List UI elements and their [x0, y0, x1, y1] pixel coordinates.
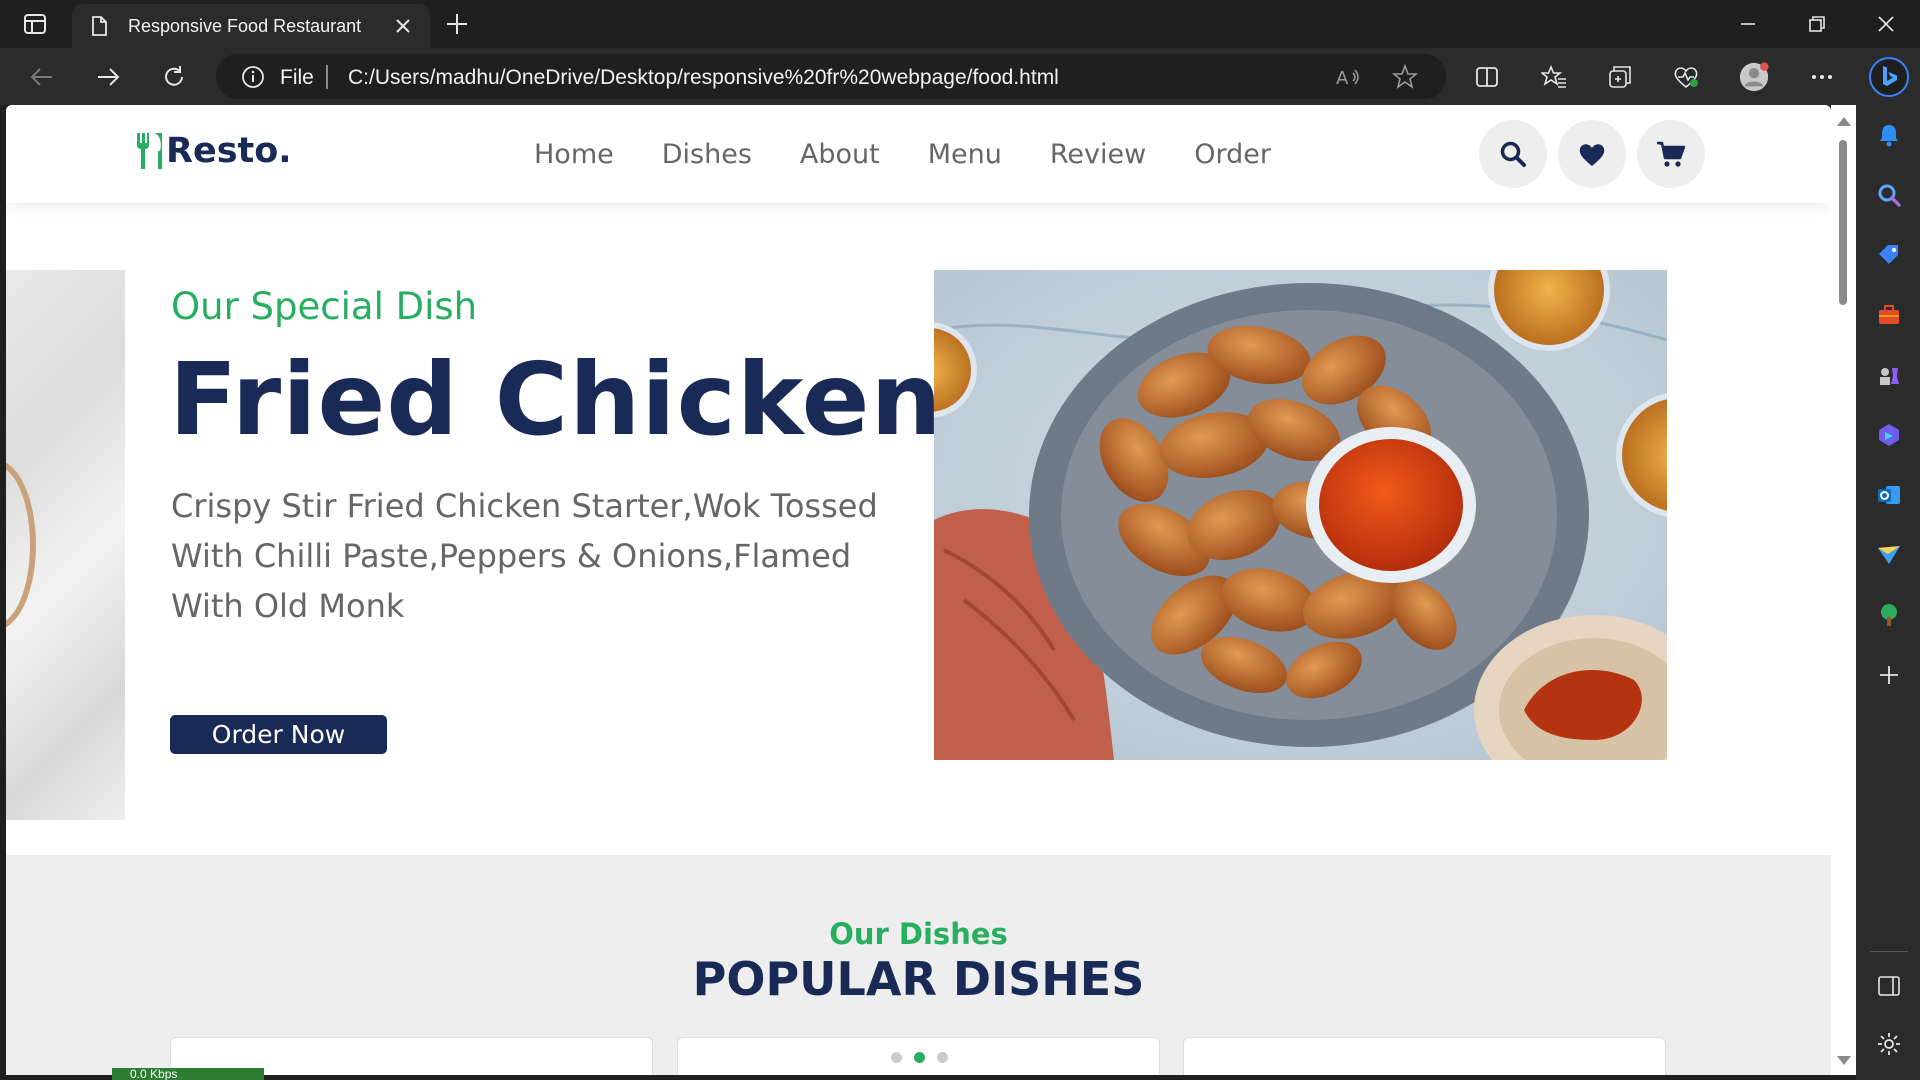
close-tab-icon[interactable] [392, 15, 414, 37]
site-nav: Home Dishes About Menu Review Order [534, 139, 1319, 170]
search-sidebar-icon[interactable] [1876, 182, 1902, 208]
browser-essentials-icon[interactable] [1670, 61, 1702, 93]
forward-icon[interactable] [92, 61, 124, 93]
outlook-icon[interactable] [1876, 482, 1902, 508]
minimize-icon[interactable] [1734, 10, 1762, 38]
scroll-up-icon[interactable] [1837, 117, 1851, 126]
nav-link-menu[interactable]: Menu [928, 139, 1002, 170]
page-scrollbar[interactable] [1831, 105, 1856, 1075]
close-window-icon[interactable] [1872, 10, 1900, 38]
collections-icon[interactable] [1604, 61, 1636, 93]
edge-sidebar [1856, 105, 1920, 1080]
logo-text: Resto. [166, 131, 292, 171]
carousel-dots [678, 1052, 1161, 1063]
notifications-bell-icon[interactable] [1876, 122, 1902, 148]
site-header: Resto. Home Dishes About Menu Review Ord… [6, 105, 1831, 203]
hero-title: Fried Chicken [169, 341, 943, 458]
order-now-button[interactable]: Order Now [170, 715, 387, 754]
nav-link-order[interactable]: Order [1194, 139, 1271, 170]
info-icon[interactable] [241, 65, 265, 89]
shopping-tag-icon[interactable] [1876, 242, 1902, 268]
nav-link-about[interactable]: About [800, 139, 880, 170]
new-tab-icon[interactable] [443, 10, 471, 38]
read-aloud-icon[interactable]: A [1335, 65, 1361, 89]
document-icon [92, 16, 107, 36]
drop-send-icon[interactable] [1876, 542, 1902, 568]
previous-slide-image [6, 270, 125, 820]
favorites-icon[interactable] [1538, 61, 1570, 93]
tools-briefcase-icon[interactable] [1876, 302, 1902, 328]
site-logo[interactable]: Resto. [134, 131, 292, 171]
carousel-dot[interactable] [891, 1052, 902, 1063]
dish-card[interactable] [1183, 1037, 1666, 1075]
nav-link-dishes[interactable]: Dishes [662, 139, 752, 170]
microsoft-365-icon[interactable] [1876, 422, 1902, 448]
plate-edge [6, 460, 36, 630]
heart-icon [1579, 144, 1605, 166]
hero-subtitle: Our Special Dish [171, 285, 478, 328]
search-icon [1500, 141, 1526, 167]
add-sidebar-app-icon[interactable] [1876, 662, 1902, 688]
games-chess-icon[interactable] [1876, 362, 1902, 388]
tab-title: Responsive Food Restaurant [128, 15, 362, 36]
popular-dishes-section: Our Dishes POPULAR DISHES [6, 855, 1831, 1075]
shopping-cart-icon [1657, 141, 1686, 167]
web-page: Resto. Home Dishes About Menu Review Ord… [6, 105, 1831, 1075]
browser-toolbar: File C:/Users/madhu/OneDrive/Desktop/res… [0, 48, 1920, 105]
address-scheme: File [280, 66, 314, 89]
utensils-icon [137, 133, 162, 169]
nav-link-review[interactable]: Review [1050, 139, 1146, 170]
split-screen-icon[interactable] [1471, 61, 1503, 93]
network-speed-badge: 0.0 Kbps [112, 1068, 264, 1080]
cart-button[interactable] [1637, 120, 1705, 188]
scroll-down-icon[interactable] [1837, 1056, 1851, 1065]
svg-text:A: A [1336, 68, 1349, 89]
restore-icon[interactable] [1802, 10, 1830, 38]
fried-chicken-image [934, 270, 1667, 760]
address-separator [326, 65, 328, 89]
sidebar-divider [1870, 951, 1908, 952]
refresh-icon[interactable] [158, 61, 190, 93]
carousel-dot-active[interactable] [914, 1052, 925, 1063]
carousel-dot[interactable] [937, 1052, 948, 1063]
address-bar[interactable]: File C:/Users/madhu/OneDrive/Desktop/res… [216, 54, 1446, 99]
hero-description: Crispy Stir Fried Chicken Starter,Wok To… [171, 487, 878, 625]
settings-gear-icon[interactable] [1876, 1031, 1902, 1057]
hide-sidebar-icon[interactable] [1876, 973, 1902, 999]
search-button[interactable] [1479, 120, 1547, 188]
back-icon[interactable] [26, 61, 58, 93]
tree-icon[interactable] [1876, 602, 1902, 628]
nav-link-home[interactable]: Home [534, 139, 614, 170]
more-options-icon[interactable] [1806, 61, 1838, 93]
url-text[interactable]: C:/Users/madhu/OneDrive/Desktop/responsi… [348, 66, 1059, 90]
bing-copilot-icon[interactable] [1868, 56, 1910, 98]
active-tab[interactable]: Responsive Food Restaurant [72, 4, 430, 48]
tab-actions-icon[interactable] [20, 12, 50, 36]
dishes-title: POPULAR DISHES [692, 952, 1145, 1006]
dish-card[interactable] [677, 1037, 1160, 1075]
profile-avatar-icon[interactable] [1738, 61, 1770, 93]
dishes-subtitle: Our Dishes [829, 917, 1008, 951]
wishlist-button[interactable] [1558, 120, 1626, 188]
browser-tab-strip: Responsive Food Restaurant [0, 0, 1920, 48]
favorite-star-icon[interactable] [1392, 64, 1418, 90]
scrollbar-thumb[interactable] [1839, 140, 1847, 305]
